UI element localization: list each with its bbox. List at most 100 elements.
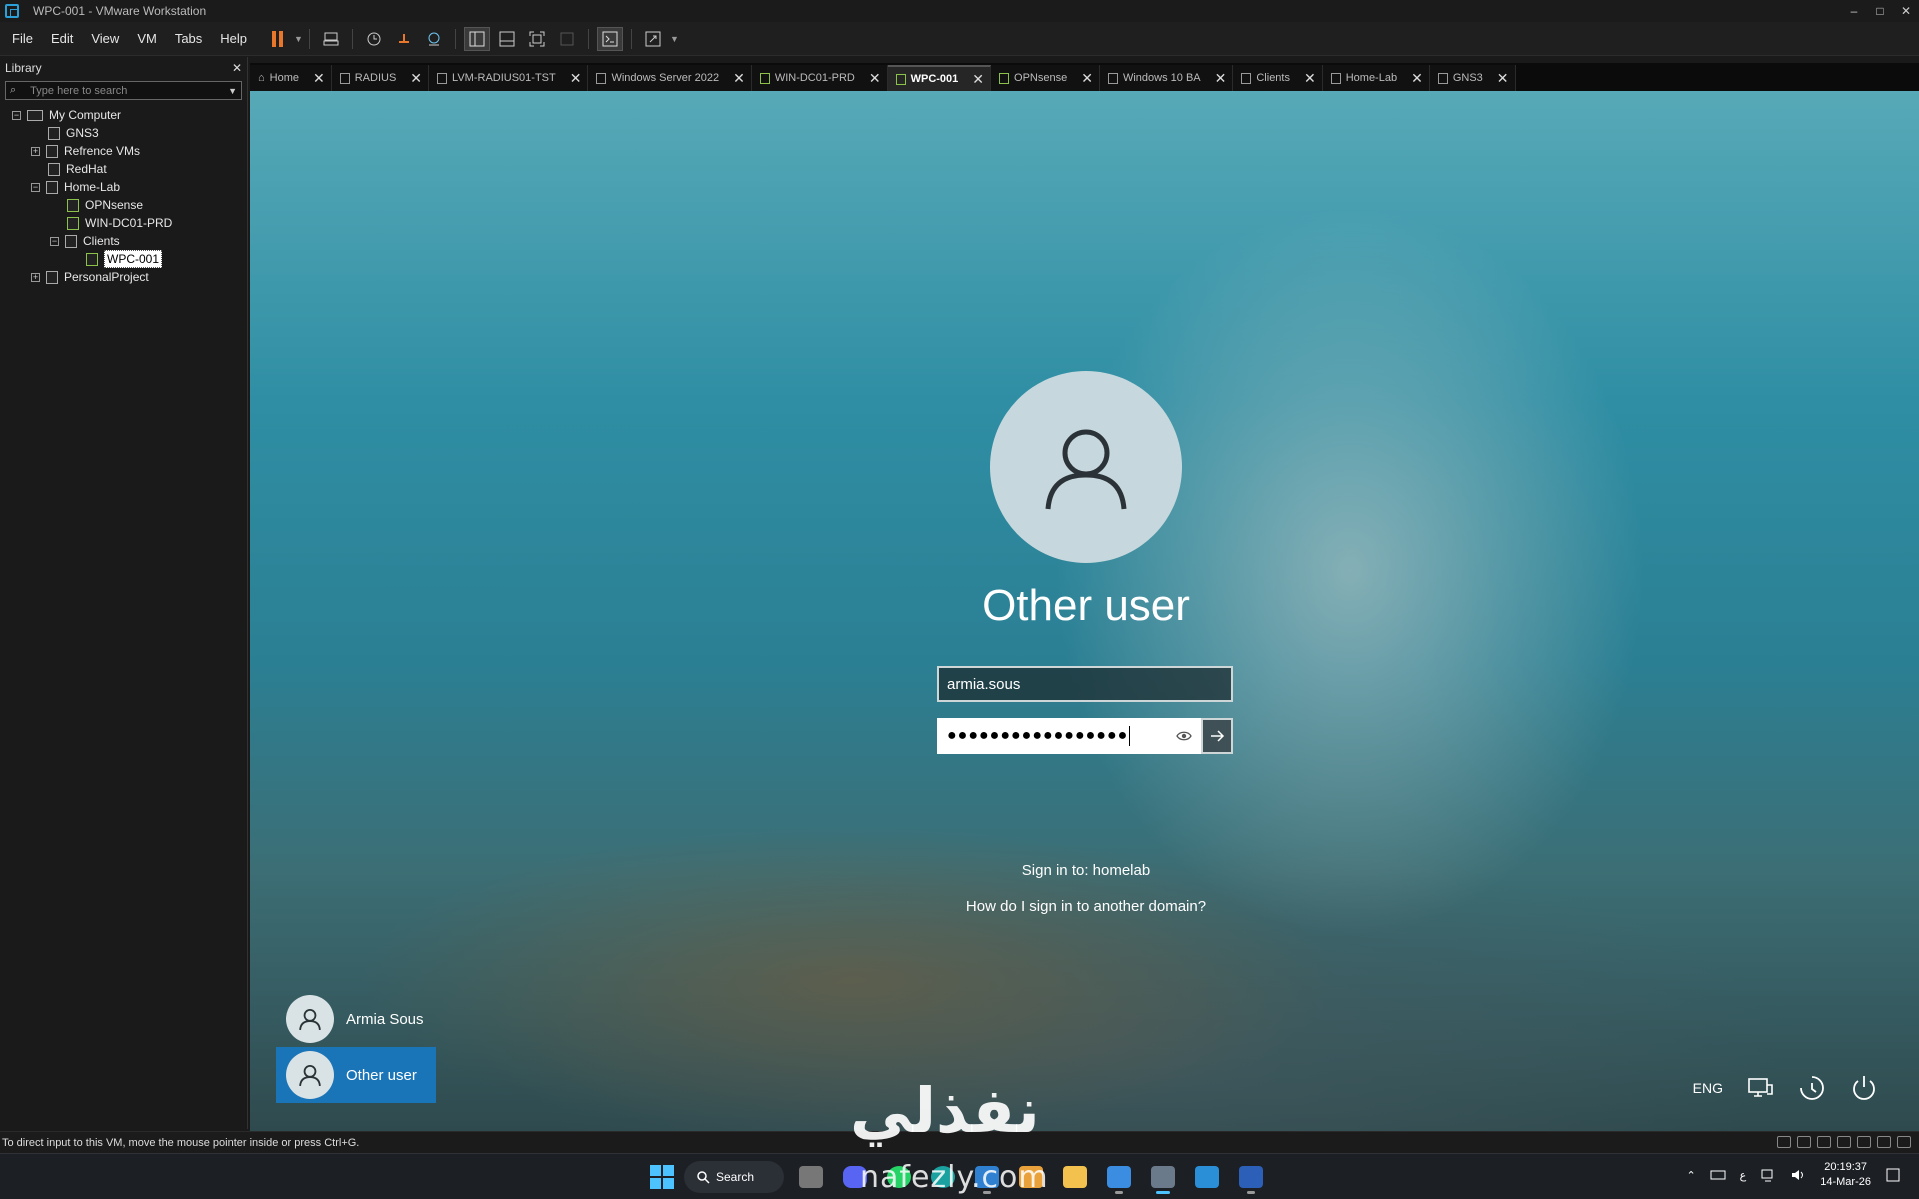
- library-search-input[interactable]: ⌕ Type here to search ▼: [5, 81, 242, 100]
- close-tab-icon[interactable]: ✕: [1304, 70, 1316, 87]
- close-window-button[interactable]: ✕: [1893, 0, 1919, 22]
- tab-gns3[interactable]: GNS3 ✕: [1429, 65, 1516, 91]
- library-tree: − My Computer GNS3 + Refrence VMs RedHat…: [0, 106, 247, 286]
- close-tab-icon[interactable]: ✕: [570, 70, 582, 87]
- full-screen-button[interactable]: [524, 27, 550, 51]
- user-tile-armia-sous[interactable]: Armia Sous: [276, 991, 436, 1047]
- language-indicator[interactable]: ENG: [1693, 1080, 1723, 1096]
- snapshot-button[interactable]: [361, 27, 387, 51]
- hdd-icon[interactable]: [1777, 1136, 1791, 1148]
- other-domain-link[interactable]: How do I sign in to another domain?: [836, 898, 1336, 915]
- taskbar-app-file-explorer[interactable]: [1058, 1160, 1092, 1194]
- show-library-button[interactable]: [463, 26, 490, 51]
- network-status-icon[interactable]: [1760, 1167, 1776, 1183]
- folder-icon: [48, 126, 60, 140]
- taskbar-app-word[interactable]: [1234, 1160, 1268, 1194]
- suspend-button[interactable]: [264, 27, 290, 51]
- sound-icon[interactable]: [1837, 1136, 1851, 1148]
- collapse-icon[interactable]: −: [31, 182, 40, 192]
- tree-item-opnsense[interactable]: OPNsense: [0, 196, 247, 214]
- volume-icon[interactable]: [1790, 1167, 1806, 1183]
- tree-item-home-lab[interactable]: − Home-Lab: [0, 178, 247, 196]
- tab-radius[interactable]: RADIUS ✕: [331, 65, 430, 91]
- close-library-button[interactable]: ✕: [232, 61, 242, 75]
- menu-help[interactable]: Help: [211, 31, 256, 46]
- tree-item-my-computer[interactable]: − My Computer: [0, 106, 247, 124]
- tree-item-refrence-vms[interactable]: + Refrence VMs: [0, 142, 247, 160]
- stretch-dropdown-chevron-icon[interactable]: ▼: [670, 34, 679, 44]
- close-tab-icon[interactable]: ✕: [410, 70, 422, 87]
- folder-icon: [1330, 72, 1341, 84]
- tree-item-clients[interactable]: − Clients: [0, 232, 247, 250]
- password-input[interactable]: ●●●●●●●●●●●●●●●●●: [937, 718, 1201, 754]
- user-tile-other-user[interactable]: Other user: [276, 1047, 436, 1103]
- send-ctrl-alt-del-button[interactable]: [318, 27, 344, 51]
- close-tab-icon[interactable]: ✕: [1081, 70, 1093, 87]
- tree-item-gns3[interactable]: GNS3: [0, 124, 247, 142]
- maximize-button[interactable]: □: [1867, 0, 1893, 22]
- close-tab-icon[interactable]: ✕: [1215, 70, 1227, 87]
- power-icon[interactable]: [1849, 1073, 1879, 1103]
- network-adapter-icon[interactable]: [1817, 1136, 1831, 1148]
- keyboard-icon[interactable]: [1710, 1167, 1726, 1183]
- usb-icon[interactable]: [1857, 1136, 1871, 1148]
- search-dropdown-chevron-icon[interactable]: ▼: [228, 86, 237, 96]
- cd-icon[interactable]: [1797, 1136, 1811, 1148]
- tab-windows-10-ba[interactable]: Windows 10 BA ✕: [1099, 65, 1234, 91]
- collapse-icon[interactable]: −: [50, 236, 59, 246]
- menu-vm[interactable]: VM: [128, 31, 166, 46]
- show-thumbnail-bar-button[interactable]: [494, 27, 520, 51]
- expand-icon[interactable]: +: [31, 272, 40, 282]
- menu-edit[interactable]: Edit: [42, 31, 82, 46]
- menu-view[interactable]: View: [82, 31, 128, 46]
- tree-item-win-dc01-prd[interactable]: WIN-DC01-PRD: [0, 214, 247, 232]
- menu-tabs[interactable]: Tabs: [166, 31, 211, 46]
- notifications-icon[interactable]: [1885, 1167, 1901, 1183]
- console-view-button[interactable]: [596, 26, 623, 51]
- tab-lvm-radius01-tst[interactable]: LVM-RADIUS01-TST ✕: [429, 65, 589, 91]
- expand-icon[interactable]: +: [31, 146, 40, 156]
- task-view-button[interactable]: [794, 1160, 828, 1194]
- revert-snapshot-button[interactable]: [391, 27, 417, 51]
- taskbar-clock[interactable]: 20:19:37 14-Mar-26: [1820, 1160, 1871, 1190]
- vm-console[interactable]: Other user armia.sous ●●●●●●●●●●●●●●●●● …: [250, 91, 1919, 1131]
- network-icon[interactable]: [1745, 1073, 1775, 1103]
- close-tab-icon[interactable]: ✕: [733, 70, 745, 87]
- snapshot-manager-button[interactable]: [421, 27, 447, 51]
- input-method-indicator[interactable]: ع: [1740, 1169, 1747, 1182]
- tree-item-wpc-001[interactable]: WPC-001: [0, 250, 247, 268]
- submit-sign-in-button[interactable]: [1201, 718, 1233, 754]
- show-hidden-icons-chevron-icon[interactable]: ⌃: [1686, 1169, 1695, 1182]
- reveal-password-eye-icon[interactable]: [1175, 728, 1193, 744]
- window-controls: – □ ✕: [1841, 0, 1919, 22]
- taskbar-app-vmware[interactable]: [1146, 1160, 1180, 1194]
- tab-win-dc01-prd[interactable]: WIN-DC01-PRD ✕: [751, 65, 888, 91]
- menu-file[interactable]: File: [3, 31, 42, 46]
- minimize-button[interactable]: –: [1841, 0, 1867, 22]
- close-tab-icon[interactable]: ✕: [1497, 70, 1509, 87]
- taskbar-app-photos[interactable]: [1190, 1160, 1224, 1194]
- username-input[interactable]: armia.sous: [937, 666, 1233, 702]
- close-tab-icon[interactable]: ✕: [313, 70, 325, 87]
- printer-icon[interactable]: [1877, 1136, 1891, 1148]
- collapse-icon[interactable]: −: [12, 110, 21, 120]
- tab-home-lab[interactable]: Home-Lab ✕: [1322, 65, 1430, 91]
- tree-item-redhat[interactable]: RedHat: [0, 160, 247, 178]
- display-icon[interactable]: [1897, 1136, 1911, 1148]
- tab-wpc-001[interactable]: WPC-001 ✕: [887, 65, 992, 91]
- taskbar-app-remote[interactable]: [1102, 1160, 1136, 1194]
- tab-opnsense[interactable]: OPNsense ✕: [991, 65, 1100, 91]
- close-tab-icon[interactable]: ✕: [869, 70, 881, 87]
- unity-button[interactable]: [554, 27, 580, 51]
- tree-item-personal-project[interactable]: + PersonalProject: [0, 268, 247, 286]
- taskbar-search-button[interactable]: Search: [684, 1161, 784, 1193]
- tab-home[interactable]: ⌂ Home ✕: [250, 65, 332, 91]
- tab-windows-server-2022[interactable]: Windows Server 2022 ✕: [588, 65, 752, 91]
- start-button[interactable]: [650, 1165, 674, 1189]
- close-tab-icon[interactable]: ✕: [1411, 70, 1423, 87]
- close-tab-icon[interactable]: ✕: [972, 71, 984, 88]
- power-dropdown-chevron-icon[interactable]: ▼: [294, 34, 303, 44]
- accessibility-icon[interactable]: [1797, 1073, 1827, 1103]
- stretch-guest-button[interactable]: [640, 27, 666, 51]
- tab-clients[interactable]: Clients ✕: [1233, 65, 1323, 91]
